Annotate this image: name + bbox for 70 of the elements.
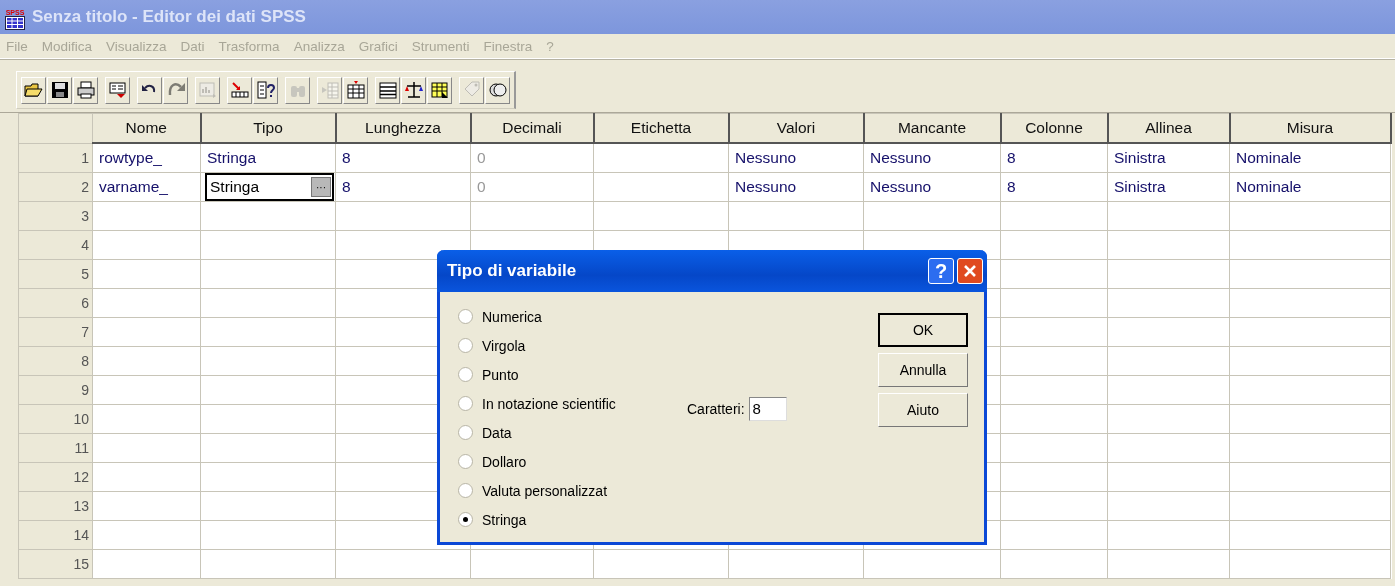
row-header[interactable]: 12 — [18, 462, 93, 492]
table-cell-text: 0 — [476, 178, 486, 195]
table-cell-text: Nessuno — [734, 149, 797, 166]
option-label: Virgola — [482, 337, 526, 354]
grid-icon — [377, 80, 398, 100]
monitor-icon — [107, 80, 128, 100]
table-cell-text: rowtype_ — [98, 149, 162, 166]
table-cell-text: Stringa — [206, 149, 257, 166]
row-header[interactable]: 6 — [18, 288, 93, 318]
help-button[interactable]: ? — [928, 258, 954, 284]
column-header[interactable]: Tipo — [200, 113, 336, 143]
table-cell-text: 8 — [1006, 178, 1016, 195]
table-cell-text: Nessuno — [869, 149, 932, 166]
row-header[interactable]: 11 — [18, 433, 93, 463]
table-cell-text: 8 — [341, 149, 351, 166]
table-cell-text: Nessuno — [734, 178, 797, 195]
chart-icon — [197, 80, 218, 100]
option-label: In notazione scientific — [482, 395, 616, 412]
close-icon — [963, 264, 977, 278]
row-header[interactable]: 14 — [18, 520, 93, 550]
folder-icon — [23, 80, 44, 100]
table-cell-text: varname_ — [98, 178, 168, 195]
column-header[interactable]: Valori — [728, 113, 864, 143]
table-cell-text: 8 — [1006, 149, 1016, 166]
window-title: Senza titolo - Editor dei dati SPSS — [32, 7, 306, 27]
row-header[interactable]: 3 — [18, 201, 93, 231]
row-header[interactable]: 15 — [18, 549, 93, 579]
column-header[interactable]: Misura — [1229, 113, 1391, 143]
table-cell-text: Nessuno — [869, 178, 932, 195]
option-label: Stringa — [482, 511, 527, 528]
column-header[interactable]: Decimali — [470, 113, 594, 143]
close-button[interactable] — [957, 258, 983, 284]
row-header[interactable]: 13 — [18, 491, 93, 521]
column-header[interactable]: Colonne — [1000, 113, 1108, 143]
column-header[interactable]: Lunghezza — [335, 113, 471, 143]
row-header[interactable]: 5 — [18, 259, 93, 289]
row-header[interactable]: 7 — [18, 317, 93, 347]
table-cell-text: Sinistra — [1113, 149, 1166, 166]
question-icon — [255, 80, 276, 100]
column-header[interactable]: Etichetta — [593, 113, 729, 143]
dialog-title: Tipo di variabile — [447, 261, 578, 281]
row-header[interactable]: 8 — [18, 346, 93, 376]
row-header[interactable]: 9 — [18, 375, 93, 405]
insert-column-icon — [345, 80, 366, 100]
row-header[interactable]: 4 — [18, 230, 93, 260]
table-cell-text: 0 — [476, 149, 486, 166]
row-header[interactable]: 10 — [18, 404, 93, 434]
option-label: Dollaro — [482, 453, 527, 470]
row-header[interactable]: 2 — [18, 172, 93, 202]
goto-icon — [229, 80, 250, 100]
option-label: Valuta personalizzat — [482, 482, 608, 499]
column-header[interactable]: Nome — [92, 113, 201, 143]
row-header[interactable]: 1 — [18, 143, 93, 173]
table-icon — [429, 80, 450, 100]
field-label: Caratteri: — [687, 401, 745, 417]
printer-icon — [75, 80, 96, 100]
cell-editor[interactable]: Stringa ··· — [205, 173, 334, 201]
ellipsis-button[interactable]: ··· — [311, 177, 331, 197]
option-label: Numerica — [482, 308, 542, 325]
table-cell-text: Nominale — [1235, 149, 1302, 166]
option-label: Punto — [482, 366, 519, 383]
table-cell-text: 8 — [341, 178, 351, 195]
column-header[interactable]: Mancante — [863, 113, 1001, 143]
table-cell-text: Nominale — [1235, 178, 1302, 195]
scale-icon — [403, 80, 424, 100]
circles-icon — [487, 80, 508, 100]
insert-row-icon — [319, 80, 340, 100]
option-label: Data — [482, 424, 512, 441]
column-header[interactable]: Allinea — [1107, 113, 1230, 143]
table-cell-text: Sinistra — [1113, 178, 1166, 195]
